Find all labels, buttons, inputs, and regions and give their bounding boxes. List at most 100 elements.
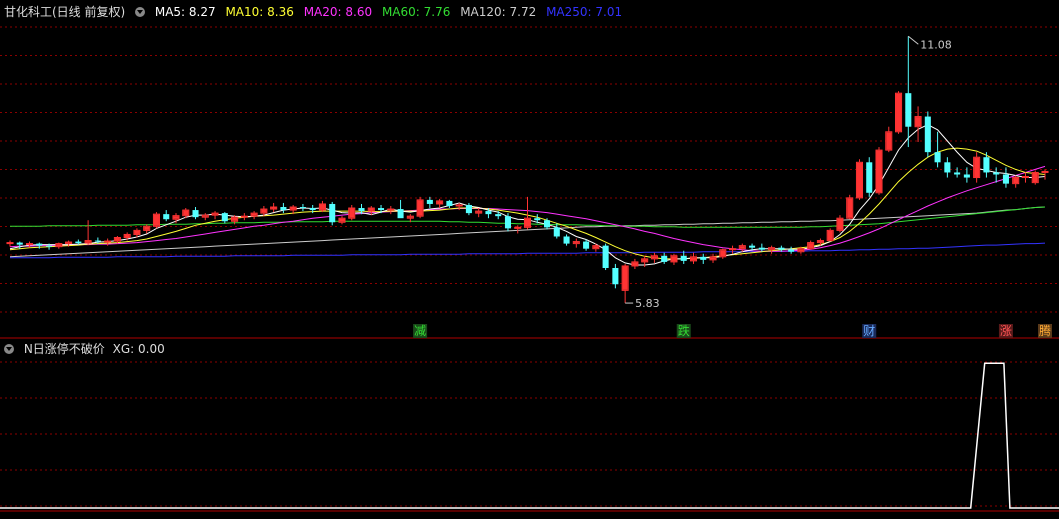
candle-body <box>564 236 570 243</box>
candle-fill <box>632 262 637 265</box>
candle-fill <box>525 219 530 227</box>
candle-body <box>954 172 960 174</box>
event-marker: 涨 <box>1000 323 1012 338</box>
candle-body <box>398 209 404 218</box>
candle-body <box>495 214 501 216</box>
candle-fill <box>115 238 120 241</box>
candle-fill <box>203 216 208 217</box>
candle-fill <box>691 257 696 260</box>
candle-fill <box>66 243 71 244</box>
ma10-label: MA10: 8.36 <box>225 5 293 19</box>
candle-fill <box>847 198 852 217</box>
ma5-label: MA5: 8.27 <box>155 5 216 19</box>
candle-fill <box>232 218 237 221</box>
candle-body <box>944 162 950 172</box>
candle-body <box>866 162 872 192</box>
candle-fill <box>593 246 598 248</box>
candle-fill <box>642 259 647 261</box>
candle-fill <box>213 214 218 215</box>
candle-body <box>983 157 989 172</box>
candle-body <box>427 200 433 204</box>
candle-fill <box>857 163 862 198</box>
candle-fill <box>808 243 813 248</box>
candle-body <box>105 241 111 242</box>
candle-fill <box>125 235 130 237</box>
candle-body <box>466 205 472 213</box>
event-marker: 跌 <box>678 323 690 338</box>
candle-body <box>310 208 316 210</box>
candle-body <box>681 256 687 261</box>
candle-body <box>554 227 560 236</box>
candle-body <box>700 257 706 260</box>
candle-body <box>446 201 452 206</box>
candle-body <box>925 117 931 153</box>
candle-fill <box>720 250 725 256</box>
candle-body <box>358 208 364 211</box>
candle-body <box>1003 174 1009 183</box>
high-pointer <box>908 36 918 44</box>
candle-fill <box>154 215 159 226</box>
candle-body <box>964 174 970 177</box>
candle-fill <box>1013 178 1018 183</box>
candle-body <box>583 242 589 249</box>
indicator-title: N日涨停不破价 <box>24 342 105 356</box>
candle-fill <box>896 94 901 132</box>
candle-fill <box>291 208 296 210</box>
candle-fill <box>886 132 891 149</box>
ma250-label: MA250: 7.01 <box>546 5 622 19</box>
candle-fill <box>320 204 325 209</box>
candle-body <box>759 248 765 250</box>
candle-fill <box>418 200 423 215</box>
candle-fill <box>261 210 266 213</box>
candle-body <box>935 152 941 162</box>
candle-fill <box>349 209 354 218</box>
candle-body <box>75 242 81 244</box>
xg-signal-line <box>0 363 1059 508</box>
stock-title: 甘化科工(日线 前复权) <box>4 5 125 19</box>
candle-fill <box>339 219 344 222</box>
candle-body <box>280 207 286 210</box>
candle-body <box>661 256 667 262</box>
event-marker: 财 <box>863 324 875 338</box>
candle-fill <box>974 158 979 177</box>
candle-fill <box>798 249 803 251</box>
candle-body <box>329 204 335 222</box>
candle-fill <box>837 219 842 230</box>
candle-body <box>300 207 306 208</box>
candle-body <box>17 243 23 245</box>
dropdown-circle-icon[interactable] <box>4 344 14 354</box>
candle-fill <box>134 231 139 234</box>
candle-body <box>534 218 540 220</box>
main-header: 甘化科工(日线 前复权) MA5: 8.27 MA10: 8.36 MA20: … <box>4 4 628 20</box>
sub-header: N日涨停不破价 XG: 0.00 <box>4 341 171 357</box>
low-label: 5.83 <box>635 297 660 310</box>
high-label: 11.08 <box>920 38 952 51</box>
candle-fill <box>652 256 657 258</box>
candle-fill <box>1033 173 1038 182</box>
candle-body <box>222 213 228 221</box>
event-marker: 腾 <box>1039 323 1051 338</box>
candle-fill <box>671 256 676 261</box>
ma20-label: MA20: 8.60 <box>304 5 372 19</box>
candle-fill <box>476 212 481 213</box>
candle-fill <box>574 242 579 243</box>
candle-fill <box>183 211 188 216</box>
candle-body <box>993 172 999 174</box>
dropdown-circle-icon[interactable] <box>135 7 145 17</box>
candle-fill <box>818 241 823 242</box>
candle-fill <box>271 208 276 209</box>
candle-fill <box>769 248 774 249</box>
candle-fill <box>916 117 921 126</box>
candle-fill <box>86 241 91 243</box>
candle-body <box>603 246 609 268</box>
candle-fill <box>173 216 178 219</box>
candle-body <box>612 268 618 284</box>
candle-fill <box>740 246 745 248</box>
candle-fill <box>710 257 715 259</box>
ma250-line <box>10 243 1045 258</box>
candle-fill <box>56 244 61 246</box>
candle-body <box>36 244 42 246</box>
candle-fill <box>408 217 413 218</box>
candle-fill <box>144 227 149 230</box>
candle-fill <box>252 214 257 216</box>
